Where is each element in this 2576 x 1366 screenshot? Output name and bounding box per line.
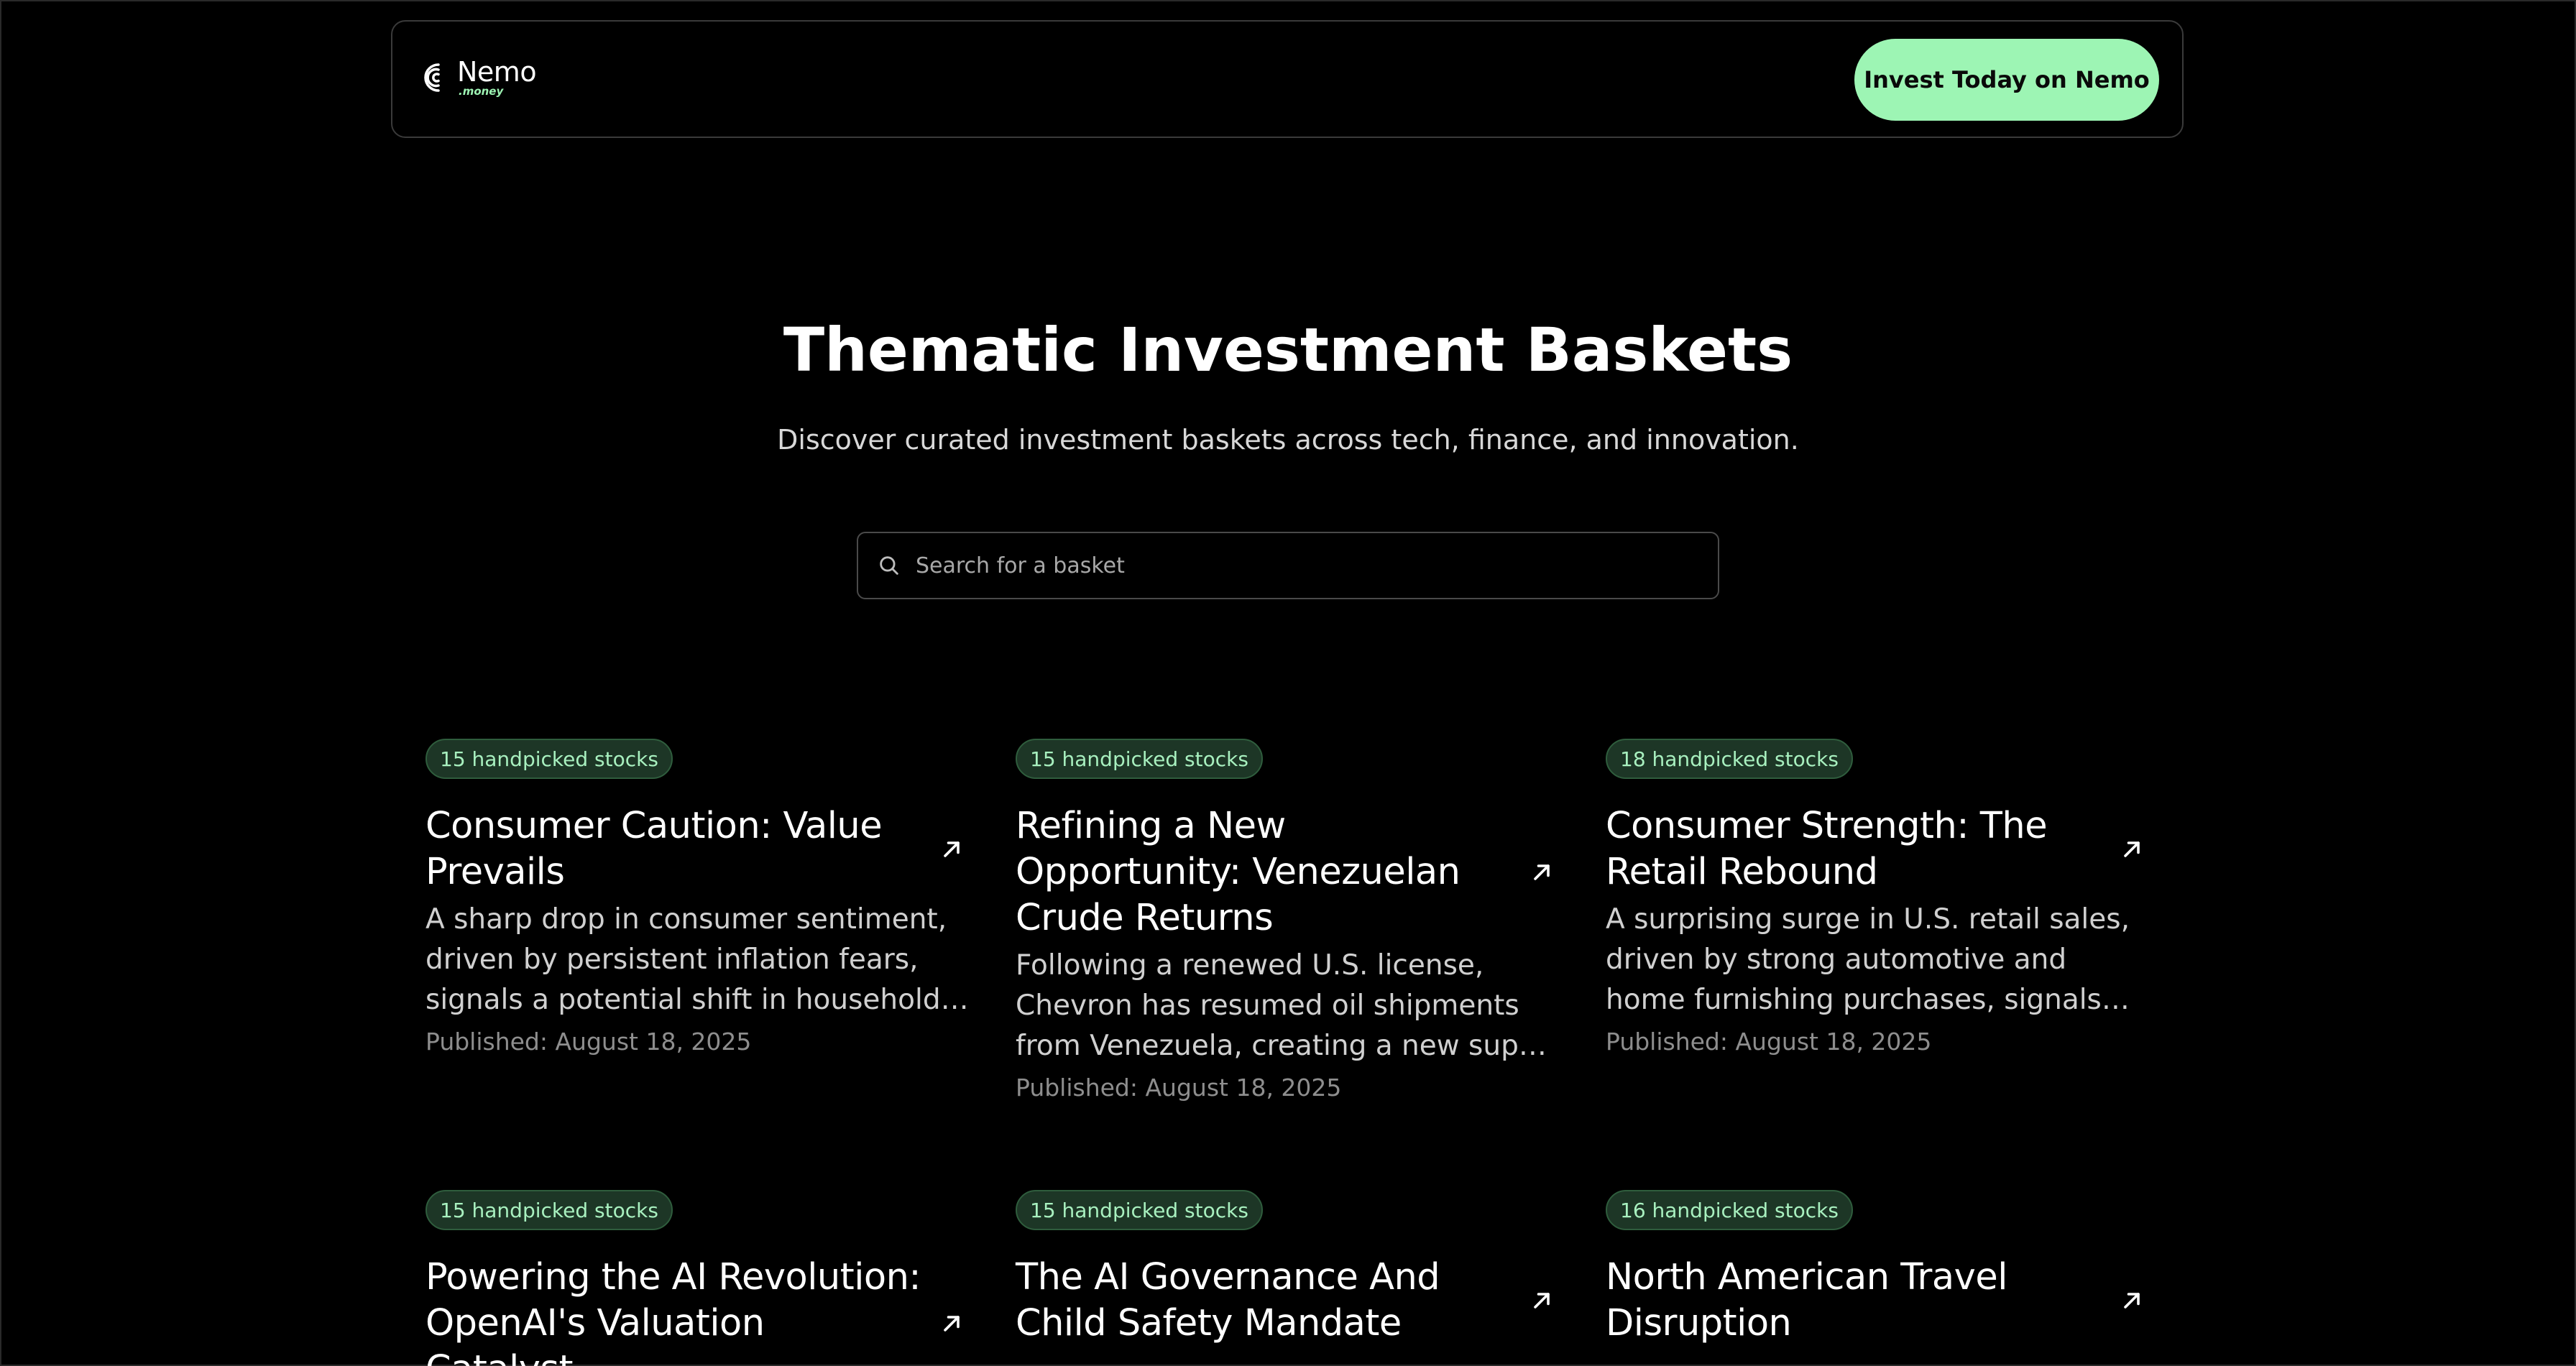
basket-card[interactable]: 15 handpicked stocks Consumer Caution: V… (426, 739, 972, 1058)
stock-count-badge: 18 handpicked stocks (1606, 739, 1853, 779)
card-description: A sharp drop in consumer sentiment, driv… (426, 903, 947, 1016)
card-title[interactable]: Consumer Caution: Value Prevails (426, 803, 921, 895)
arrow-up-right-icon[interactable] (2119, 836, 2145, 862)
card-title-row: North American Travel Disruption (1606, 1255, 2152, 1347)
card-title-row: Powering the AI Revolution: OpenAI's Val… (426, 1255, 972, 1366)
card-published-date: Published: August 18, 2025 (1016, 1074, 1342, 1102)
basket-card[interactable]: 16 handpicked stocks North American Trav… (1606, 1190, 2152, 1347)
search-bar[interactable] (857, 532, 1719, 599)
basket-card[interactable]: 15 handpicked stocks Refining a New Oppo… (1016, 739, 1562, 1104)
basket-card[interactable]: 18 handpicked stocks Consumer Strength: … (1606, 739, 2152, 1058)
card-title[interactable]: The AI Governance And Child Safety Manda… (1016, 1255, 1512, 1347)
stock-count-badge: 16 handpicked stocks (1606, 1190, 1853, 1230)
logo-name: Nemo (457, 56, 537, 88)
page-subtitle: Discover curated investment baskets acro… (777, 424, 1799, 456)
card-title[interactable]: North American Travel Disruption (1606, 1255, 2102, 1347)
card-description: A surprising surge in U.S. retail sales,… (1606, 903, 2130, 1016)
card-title[interactable]: Consumer Strength: The Retail Rebound (1606, 803, 2102, 895)
card-title-row: Consumer Strength: The Retail Rebound (1606, 803, 2152, 895)
search-input[interactable] (914, 536, 1718, 595)
stock-count-badge: 15 handpicked stocks (1016, 739, 1263, 779)
search-icon (880, 556, 898, 575)
stock-count-badge: 15 handpicked stocks (426, 739, 673, 779)
stock-count-badge: 15 handpicked stocks (426, 1190, 673, 1230)
nemo-logo-mark-icon (424, 63, 440, 92)
logo-text: Nemo .money (457, 56, 537, 98)
basket-card[interactable]: 15 handpicked stocks Powering the AI Rev… (426, 1190, 972, 1366)
arrow-up-right-icon[interactable] (939, 1311, 965, 1337)
arrow-up-right-icon[interactable] (2119, 1288, 2145, 1314)
logo-subtitle: .money (459, 85, 504, 98)
top-nav-bar: Nemo .money Invest Today on Nemo (391, 20, 2184, 138)
page: Nemo .money Invest Today on Nemo Themati… (0, 0, 2576, 1366)
card-description: Following a renewed U.S. license, Chevro… (1016, 949, 1561, 1062)
arrow-up-right-icon[interactable] (1529, 859, 1555, 885)
arrow-up-right-icon[interactable] (939, 836, 965, 862)
card-published-date: Published: August 18, 2025 (426, 1028, 752, 1056)
card-published-date: Published: August 18, 2025 (1606, 1028, 1932, 1056)
card-title[interactable]: Refining a New Opportunity: Venezuelan C… (1016, 803, 1512, 941)
basket-card[interactable]: 15 handpicked stocks The AI Governance A… (1016, 1190, 1562, 1347)
page-title: Thematic Investment Baskets (783, 315, 1793, 385)
card-title[interactable]: Powering the AI Revolution: OpenAI's Val… (426, 1255, 921, 1366)
card-title-row: The AI Governance And Child Safety Manda… (1016, 1255, 1562, 1347)
arrow-up-right-icon[interactable] (1529, 1288, 1555, 1314)
stock-count-badge: 15 handpicked stocks (1016, 1190, 1263, 1230)
invest-today-button[interactable]: Invest Today on Nemo (1854, 39, 2159, 121)
card-title-row: Refining a New Opportunity: Venezuelan C… (1016, 803, 1562, 941)
nemo-logo[interactable]: Nemo .money (417, 56, 537, 98)
card-title-row: Consumer Caution: Value Prevails (426, 803, 972, 895)
